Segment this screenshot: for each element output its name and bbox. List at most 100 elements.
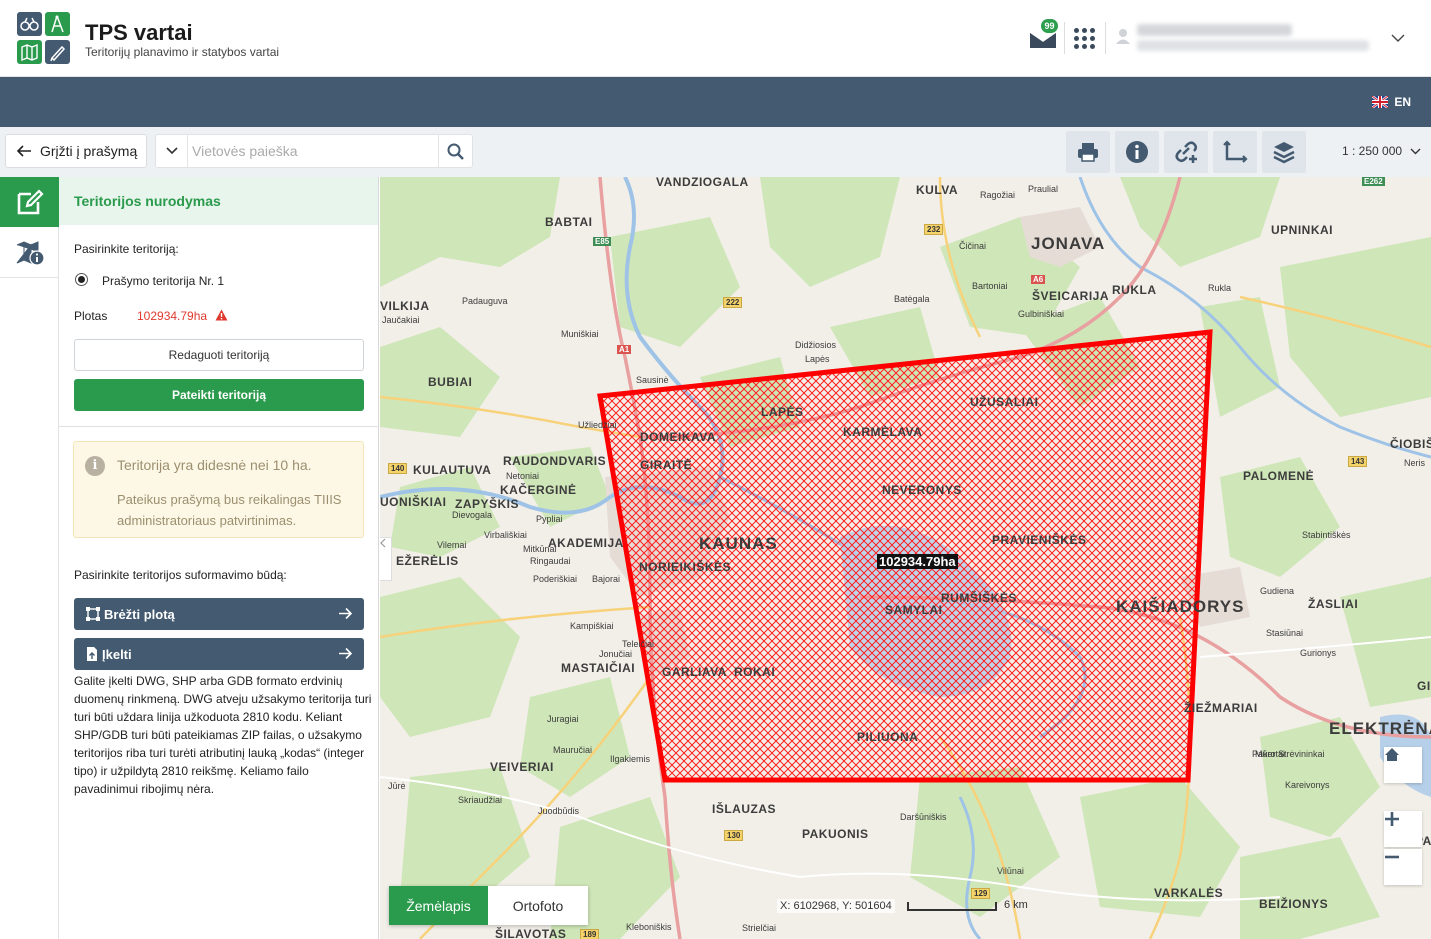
place-label: PAKUONIS [802,827,869,841]
messages-badge: 99 [1041,19,1058,33]
link-add-icon[interactable] [1164,131,1208,173]
place-label: Vilūnai [997,866,1024,876]
place-label: PALOMENĖ [1243,469,1315,483]
tps-logo[interactable] [17,12,71,64]
method-label: Pasirinkite teritorijos suformavimo būdą… [74,568,287,582]
place-label: Dievogala [452,510,493,520]
place-label: Lapės [805,354,830,364]
edit-territory-icon[interactable] [0,177,59,227]
file-upload-icon [87,647,97,661]
map-info-icon[interactable] [0,229,59,277]
place-label: Pypliai [536,514,563,524]
measure-icon[interactable] [1213,131,1257,173]
road-number: 129 [971,888,991,899]
submit-territory-button[interactable]: Pateikti teritoriją [74,379,364,411]
place-label: GIRAITĖ [640,458,693,472]
draw-polygon-icon [86,607,100,621]
basemap-map-tab[interactable]: Žemėlapis [389,886,488,925]
road-number: 232 [924,224,944,235]
app-header: TPS vartai Teritorijų planavimo ir staty… [0,0,1431,77]
place-label: UŽUSALIAI [970,395,1039,409]
place-label: Muniškiai [561,329,599,339]
place-label: RUKLA [1112,283,1157,297]
draw-area-label: Brėžti plotą [104,606,175,622]
language-label: EN [1394,95,1411,109]
place-label: BUBIAI [428,375,473,389]
location-search-input[interactable] [192,135,436,167]
scale-select[interactable]: 1 : 250 000 [1342,144,1421,158]
place-label: NEVERONYS [882,483,962,497]
basemap-ortho-tab[interactable]: Ortofoto [488,886,588,925]
layers-icon[interactable] [1262,131,1306,173]
app-title: TPS vartai [85,20,193,45]
panel-title: Teritorijos nurodymas [59,177,378,225]
map-view[interactable]: VANDŽIOGALA KULVA BABTAI UPNINKAI VILKIJA ŠVE… [380,177,1431,939]
divider [1105,22,1106,54]
place-label: MASTAIČIAI [561,661,636,675]
map-icon [17,40,42,64]
divider [0,277,59,278]
area-measure-label: 102934.79ha [877,554,958,569]
edit-territory-button[interactable]: Redaguoti teritoriją [74,339,364,371]
place-label: Čičinai [959,241,987,251]
info-icon[interactable] [1115,131,1159,173]
place-label: VEIVERIAI [490,760,554,774]
territory-radio[interactable] [75,273,88,286]
road-number: 130 [724,830,744,841]
home-icon[interactable] [1384,747,1422,783]
notice-title: Teritorija yra didesnė nei 10 ha. [117,457,312,473]
chevron-down-icon[interactable] [1391,30,1405,42]
place-label: UPNINKAI [1271,223,1334,237]
apps-grid-icon[interactable] [1072,26,1096,50]
pen-icon [45,40,70,64]
arrow-left-icon [16,145,31,157]
chevron-left-icon [380,538,386,548]
place-label: Skriaudžiai [458,795,503,805]
territory-option-label[interactable]: Prašymo teritorija Nr. 1 [102,274,224,288]
place-label: Kampiškiai [570,621,614,631]
road-number: E85 [593,237,612,246]
place-label: Gulbiniškiai [1018,309,1065,319]
print-icon[interactable] [1066,131,1110,173]
chevron-down-icon[interactable] [156,135,188,167]
place-label: Didžiosios [795,340,837,350]
place-label: Ringaudai [530,556,571,566]
back-label: Grįžti į prašymą [40,143,138,159]
place-label: PRAVIENIŠKĖS [992,533,1087,547]
road-number: A1 [617,345,632,354]
back-to-request-button[interactable]: Grįžti į prašymą [5,134,147,168]
zoom-out-button[interactable] [1384,849,1422,885]
territory-panel: Teritorijos nurodymas Pasirinkite terito… [59,177,379,939]
place-label: Bajorai [592,574,621,584]
place-label: Poderiškiai [533,574,578,584]
place-label: VILKIJA [380,299,430,313]
place-label: Jaučakiai [382,315,420,325]
place-label: Užliedžiai [578,420,617,430]
chevron-down-icon [1410,148,1421,154]
place-label: RAUDONDVARIS [503,454,607,468]
search-icon[interactable] [438,135,472,167]
road-number: 143 [1348,456,1368,467]
zoom-in-button[interactable] [1384,811,1422,847]
place-label: KULAUTUVA [413,463,492,477]
place-label: BEIŽIONYS [1259,897,1329,911]
collapse-panel-toggle[interactable] [380,537,392,581]
select-territory-label: Pasirinkite teritoriją: [74,242,179,256]
place-label: Padauguva [462,296,508,306]
user-org-redacted [1137,40,1369,51]
place-label: Praulial [1028,184,1059,194]
place-label: Mauručiai [553,745,593,755]
place-label: Rukla [1208,283,1232,293]
scale-value: 1 : 250 000 [1342,144,1403,158]
upload-file-button[interactable]: Įkelti [74,638,364,670]
place-label: KAIŠIADORYS [1116,597,1245,616]
language-switch[interactable]: EN [1372,95,1411,109]
side-rail [0,177,59,939]
place-label: DOMEIKAVA [640,430,717,444]
app-subtitle: Teritorijų planavimo ir statybos vartai [85,45,280,59]
place-label: Virbališkiai [484,530,527,540]
road-number: E262 [1362,177,1385,186]
user-icon[interactable] [1114,27,1132,45]
place-label: PILIUONA [857,730,919,744]
draw-area-button[interactable]: Brėžti plotą [74,598,364,630]
